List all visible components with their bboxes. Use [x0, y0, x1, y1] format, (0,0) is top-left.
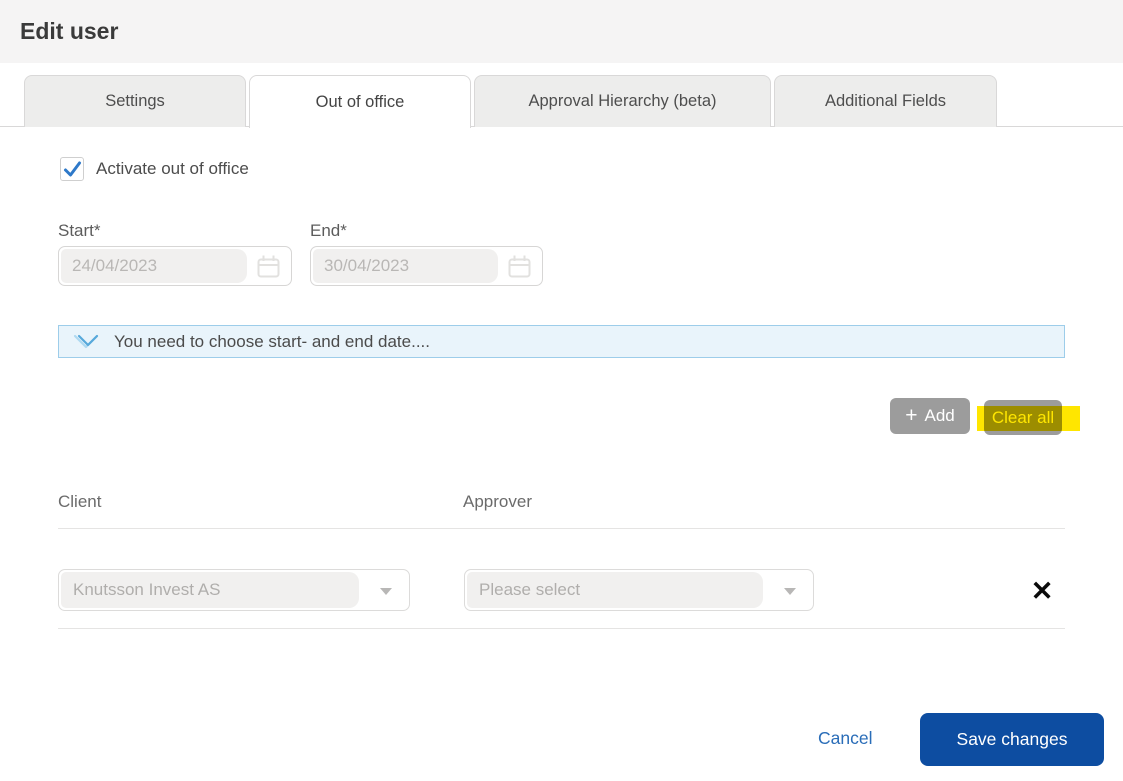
table-row-divider [58, 628, 1065, 629]
dialog-header: Edit user [0, 0, 1123, 63]
client-dropdown[interactable]: Knutsson Invest AS [58, 569, 410, 611]
calendar-icon[interactable] [506, 253, 533, 280]
end-date-label: End* [310, 221, 347, 241]
info-banner: You need to choose start- and end date..… [58, 325, 1065, 358]
tab-settings[interactable]: Settings [24, 75, 246, 127]
start-date-label: Start* [58, 221, 101, 241]
activate-out-of-office-checkbox[interactable] [60, 157, 84, 181]
tab-bar: Settings Out of office Approval Hierarch… [0, 75, 1123, 127]
calendar-icon[interactable] [255, 253, 282, 280]
approver-column-header: Approver [463, 492, 532, 512]
tab-approval-hierarchy-label: Approval Hierarchy (beta) [529, 92, 717, 111]
page-title: Edit user [20, 18, 118, 45]
info-banner-message: You need to choose start- and end date..… [114, 332, 430, 352]
checkmark-icon [63, 160, 82, 179]
add-button-label: Add [925, 406, 955, 426]
clear-all-button[interactable]: Clear all [984, 400, 1062, 435]
tab-settings-label: Settings [105, 92, 165, 111]
tab-approval-hierarchy[interactable]: Approval Hierarchy (beta) [474, 75, 771, 127]
tab-additional-fields[interactable]: Additional Fields [774, 75, 997, 127]
remove-row-button[interactable]: ✕ [1024, 573, 1060, 609]
chevron-down-icon [72, 333, 102, 351]
activate-out-of-office-label: Activate out of office [96, 159, 249, 179]
client-dropdown-value: Knutsson Invest AS [59, 570, 409, 610]
approver-dropdown[interactable]: Please select [464, 569, 814, 611]
tab-out-of-office-label: Out of office [316, 93, 405, 112]
client-column-header: Client [58, 492, 101, 512]
plus-icon: + [905, 405, 917, 426]
clear-all-button-label: Clear all [992, 408, 1054, 428]
table-header-divider [58, 528, 1065, 529]
caret-down-icon [784, 588, 796, 595]
tab-out-of-office[interactable]: Out of office [249, 75, 471, 128]
tab-additional-fields-label: Additional Fields [825, 92, 946, 111]
add-button[interactable]: + Add [890, 398, 970, 434]
end-date-field[interactable]: 30/04/2023 [310, 246, 543, 286]
caret-down-icon [380, 588, 392, 595]
edit-user-dialog: Edit user Settings Out of office Approva… [0, 0, 1123, 781]
approver-dropdown-placeholder: Please select [465, 570, 813, 610]
cancel-button[interactable]: Cancel [818, 728, 872, 749]
close-icon: ✕ [1031, 576, 1054, 606]
start-date-field[interactable]: 24/04/2023 [58, 246, 292, 286]
activate-out-of-office-row: Activate out of office [60, 157, 249, 181]
save-changes-button[interactable]: Save changes [920, 713, 1104, 766]
